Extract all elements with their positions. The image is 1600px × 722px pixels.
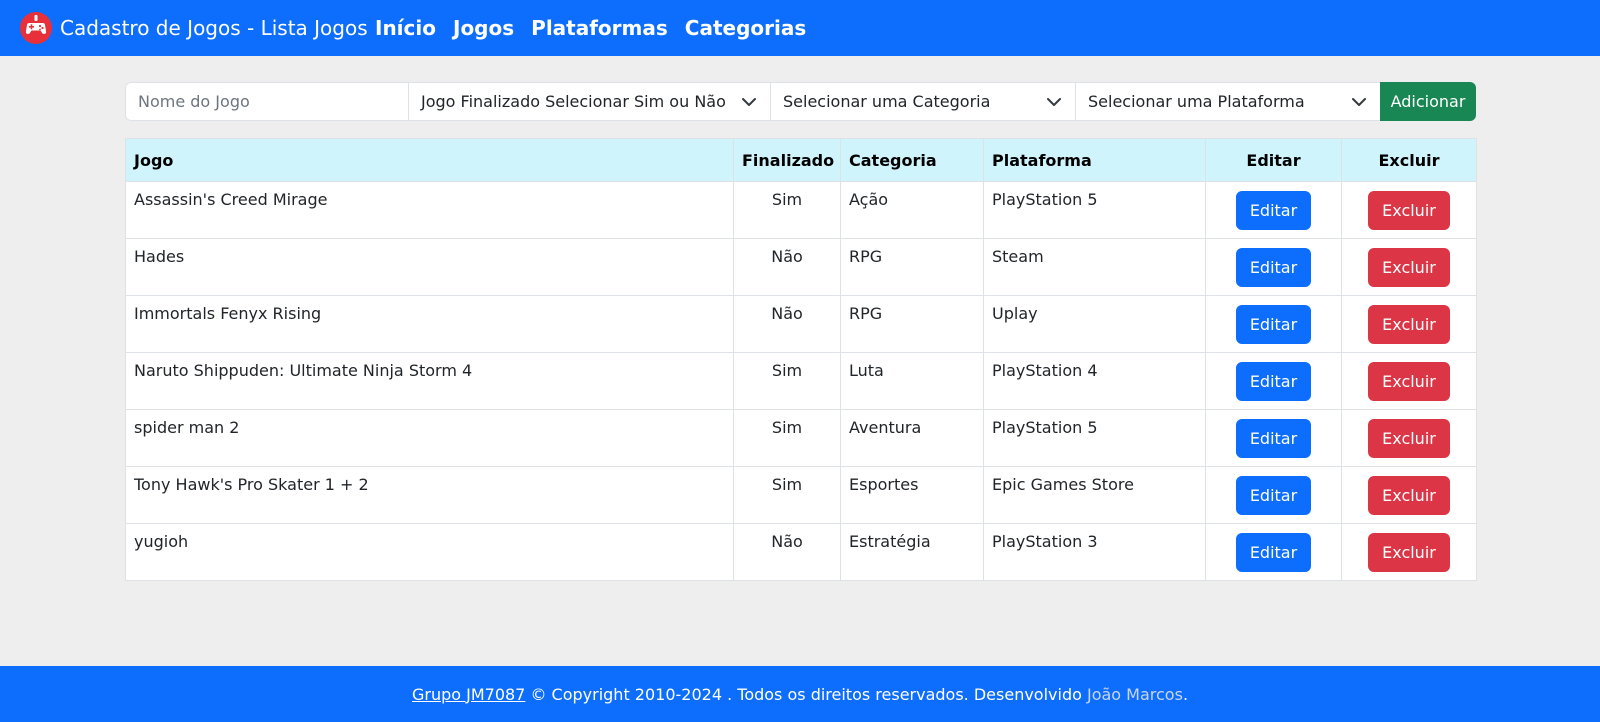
edit-button[interactable]: Editar [1235,418,1312,458]
cell-jogo: Immortals Fenyx Rising [125,295,734,353]
delete-button[interactable]: Excluir [1368,475,1450,515]
edit-button[interactable]: Editar [1235,532,1312,572]
cell-categoria: Luta [840,352,984,410]
header-plataforma: Plataforma [983,138,1206,182]
cell-finalizado: Sim [733,409,841,467]
cell-jogo: Naruto Shippuden: Ultimate Ninja Storm 4 [125,352,734,410]
cell-plataforma: PlayStation 3 [983,523,1206,581]
game-name-input[interactable] [138,92,396,111]
add-button[interactable]: Adicionar [1380,82,1476,121]
cell-excluir: Excluir [1341,295,1477,353]
nav-link-jogos[interactable]: Jogos [453,16,514,40]
edit-button[interactable]: Editar [1235,475,1312,515]
footer-group-link[interactable]: Grupo JM7087 [412,685,525,704]
cell-jogo: Assassin's Creed Mirage [125,181,734,239]
cell-excluir: Excluir [1341,181,1477,239]
cell-editar: Editar [1205,352,1342,410]
table-header-row: Jogo Finalizado Categoria Plataforma Edi… [125,138,1477,182]
table-row: Immortals Fenyx Rising Não RPG Uplay Edi… [125,295,1477,353]
table-row: yugioh Não Estratégia PlayStation 3 Edit… [125,523,1477,581]
cell-finalizado: Não [733,523,841,581]
table-row: Hades Não RPG Steam Editar Excluir [125,238,1477,296]
delete-button[interactable]: Excluir [1368,190,1450,230]
navbar: Cadastro de Jogos - Lista Jogos Início J… [0,0,1600,56]
footer-developer-link[interactable]: João Marcos [1087,685,1183,704]
cell-jogo: Hades [125,238,734,296]
cell-finalizado: Sim [733,181,841,239]
games-table-wrapper: Jogo Finalizado Categoria Plataforma Edi… [125,138,1477,581]
edit-button[interactable]: Editar [1235,361,1312,401]
header-jogo: Jogo [125,138,734,182]
game-name-field [125,82,408,121]
categoria-select-value: Selecionar uma Categoria [783,92,991,111]
cell-editar: Editar [1205,409,1342,467]
table-row: Assassin's Creed Mirage Sim Ação PlaySta… [125,181,1477,239]
cell-categoria: Ação [840,181,984,239]
cell-excluir: Excluir [1341,523,1477,581]
header-finalizado: Finalizado [733,138,841,182]
cell-finalizado: Não [733,238,841,296]
delete-button[interactable]: Excluir [1368,418,1450,458]
cell-editar: Editar [1205,181,1342,239]
cell-plataforma: Steam [983,238,1206,296]
delete-button[interactable]: Excluir [1368,304,1450,344]
cell-jogo: spider man 2 [125,409,734,467]
edit-button[interactable]: Editar [1235,190,1312,230]
cell-finalizado: Sim [733,352,841,410]
table-row: spider man 2 Sim Aventura PlayStation 5 … [125,409,1477,467]
edit-button[interactable]: Editar [1235,247,1312,287]
brand-title[interactable]: Cadastro de Jogos - Lista Jogos [60,0,368,56]
footer-copyright: © Copyright 2010-2024 . Todos os direito… [525,684,1087,704]
table-row: Naruto Shippuden: Ultimate Ninja Storm 4… [125,352,1477,410]
cell-categoria: Esportes [840,466,984,524]
cell-jogo: yugioh [125,523,734,581]
nav-links: Início Jogos Plataformas Categorias [375,0,823,56]
gamepad-icon[interactable] [20,12,52,44]
chevron-down-icon [742,98,756,106]
cell-finalizado: Não [733,295,841,353]
table-row: Tony Hawk's Pro Skater 1 + 2 Sim Esporte… [125,466,1477,524]
cell-editar: Editar [1205,238,1342,296]
delete-button[interactable]: Excluir [1368,247,1450,287]
cell-excluir: Excluir [1341,466,1477,524]
cell-jogo: Tony Hawk's Pro Skater 1 + 2 [125,466,734,524]
cell-plataforma: PlayStation 4 [983,352,1206,410]
cell-excluir: Excluir [1341,238,1477,296]
cell-excluir: Excluir [1341,352,1477,410]
cell-plataforma: PlayStation 5 [983,181,1206,239]
cell-categoria: Estratégia [840,523,984,581]
footer-end: . [1182,684,1189,704]
nav-link-categorias[interactable]: Categorias [685,16,806,40]
delete-button[interactable]: Excluir [1368,532,1450,572]
plataforma-select-value: Selecionar uma Plataforma [1088,92,1305,111]
nav-link-plataformas[interactable]: Plataformas [531,16,668,40]
chevron-down-icon [1352,98,1366,106]
delete-button[interactable]: Excluir [1368,361,1450,401]
finalizado-select[interactable]: Jogo Finalizado Selecionar Sim ou Não [408,82,770,121]
edit-button[interactable]: Editar [1235,304,1312,344]
header-categoria: Categoria [840,138,984,182]
games-table: Jogo Finalizado Categoria Plataforma Edi… [125,138,1477,581]
cell-finalizado: Sim [733,466,841,524]
cell-plataforma: Uplay [983,295,1206,353]
header-editar: Editar [1205,138,1342,182]
cell-categoria: Aventura [840,409,984,467]
plataforma-select[interactable]: Selecionar uma Plataforma [1075,82,1380,121]
header-excluir: Excluir [1341,138,1477,182]
cell-excluir: Excluir [1341,409,1477,467]
add-game-form: Jogo Finalizado Selecionar Sim ou Não Se… [125,82,1476,121]
finalizado-select-value: Jogo Finalizado Selecionar Sim ou Não [421,92,726,111]
categoria-select[interactable]: Selecionar uma Categoria [770,82,1075,121]
cell-categoria: RPG [840,295,984,353]
cell-categoria: RPG [840,238,984,296]
footer: Grupo JM7087 © Copyright 2010-2024 . Tod… [0,666,1600,722]
cell-editar: Editar [1205,466,1342,524]
cell-plataforma: Epic Games Store [983,466,1206,524]
cell-editar: Editar [1205,295,1342,353]
nav-link-inicio[interactable]: Início [375,16,436,40]
cell-plataforma: PlayStation 5 [983,409,1206,467]
chevron-down-icon [1047,98,1061,106]
cell-editar: Editar [1205,523,1342,581]
